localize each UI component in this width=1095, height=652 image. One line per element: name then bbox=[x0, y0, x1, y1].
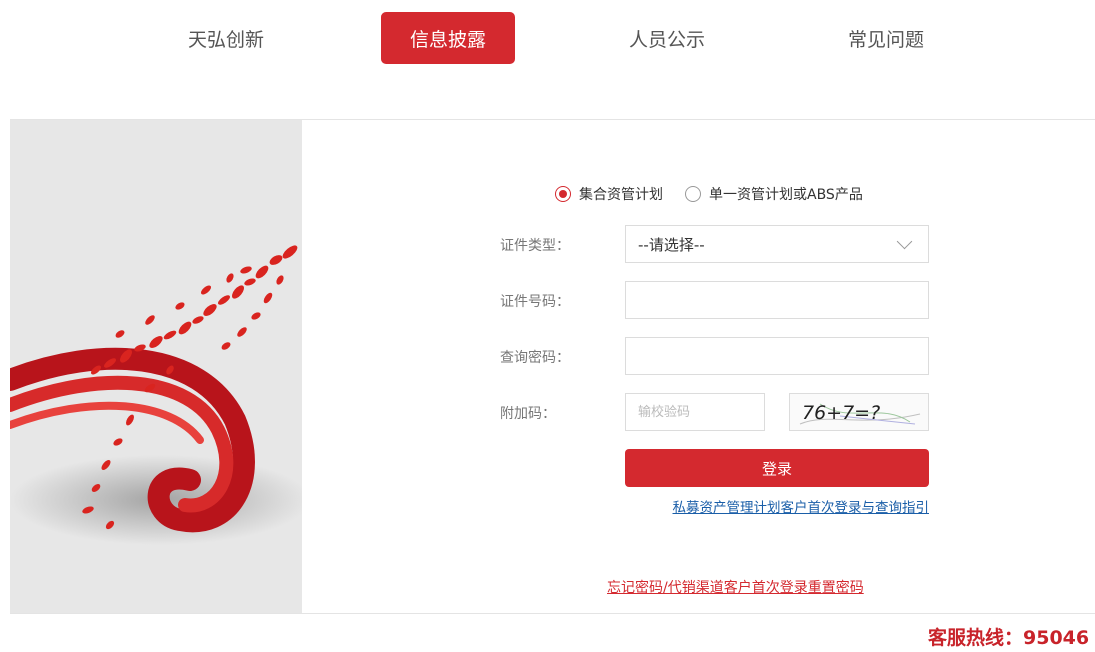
query-password-label: 查询密码： bbox=[500, 350, 570, 366]
captcha-input[interactable] bbox=[625, 393, 765, 431]
chevron-down-icon bbox=[896, 233, 913, 250]
login-button[interactable]: 登录 bbox=[625, 449, 929, 487]
product-type-group: 集合资管计划 单一资管计划或ABS产品 bbox=[555, 184, 885, 204]
top-nav: 天弘创新 信息披露 人员公示 常见问题 bbox=[0, 0, 1095, 80]
captcha-image[interactable]: 76+7=? bbox=[789, 393, 929, 431]
login-panel: 集合资管计划 单一资管计划或ABS产品 证件类型： --请选择-- 证件号码： … bbox=[10, 119, 1095, 614]
first-login-guide-link[interactable]: 私募资产管理计划客户首次登录与查询指引 bbox=[625, 496, 930, 516]
id-type-select[interactable]: --请选择-- bbox=[625, 225, 929, 263]
radio-label: 集合资管计划 bbox=[579, 187, 663, 203]
id-type-value: --请选择-- bbox=[638, 235, 705, 254]
radio-checked-icon[interactable] bbox=[555, 186, 571, 202]
login-form: 集合资管计划 单一资管计划或ABS产品 证件类型： --请选择-- 证件号码： … bbox=[10, 120, 1095, 613]
nav-item-innovation[interactable]: 天弘创新 bbox=[159, 12, 293, 64]
captcha-text: 76+7=? bbox=[802, 402, 880, 424]
service-hotline: 客服热线：95046 bbox=[928, 627, 1090, 649]
forgot-password-link[interactable]: 忘记密码/代销渠道客户首次登录重置密码 bbox=[607, 577, 864, 597]
radio-unchecked-icon[interactable] bbox=[685, 186, 701, 202]
nav-item-disclosure[interactable]: 信息披露 bbox=[381, 12, 515, 64]
radio-label: 单一资管计划或ABS产品 bbox=[709, 187, 863, 203]
id-number-input[interactable] bbox=[625, 281, 929, 319]
captcha-graphic: 76+7=? bbox=[799, 402, 921, 425]
captcha-label: 附加码： bbox=[500, 406, 556, 422]
id-number-label: 证件号码： bbox=[500, 294, 570, 310]
id-type-label: 证件类型： bbox=[500, 238, 570, 254]
radio-single-plan[interactable]: 单一资管计划或ABS产品 bbox=[685, 184, 863, 204]
query-password-input[interactable] bbox=[625, 337, 929, 375]
radio-collective-plan[interactable]: 集合资管计划 bbox=[555, 184, 663, 204]
nav-item-personnel[interactable]: 人员公示 bbox=[600, 12, 734, 64]
nav-item-faq[interactable]: 常见问题 bbox=[819, 12, 953, 64]
